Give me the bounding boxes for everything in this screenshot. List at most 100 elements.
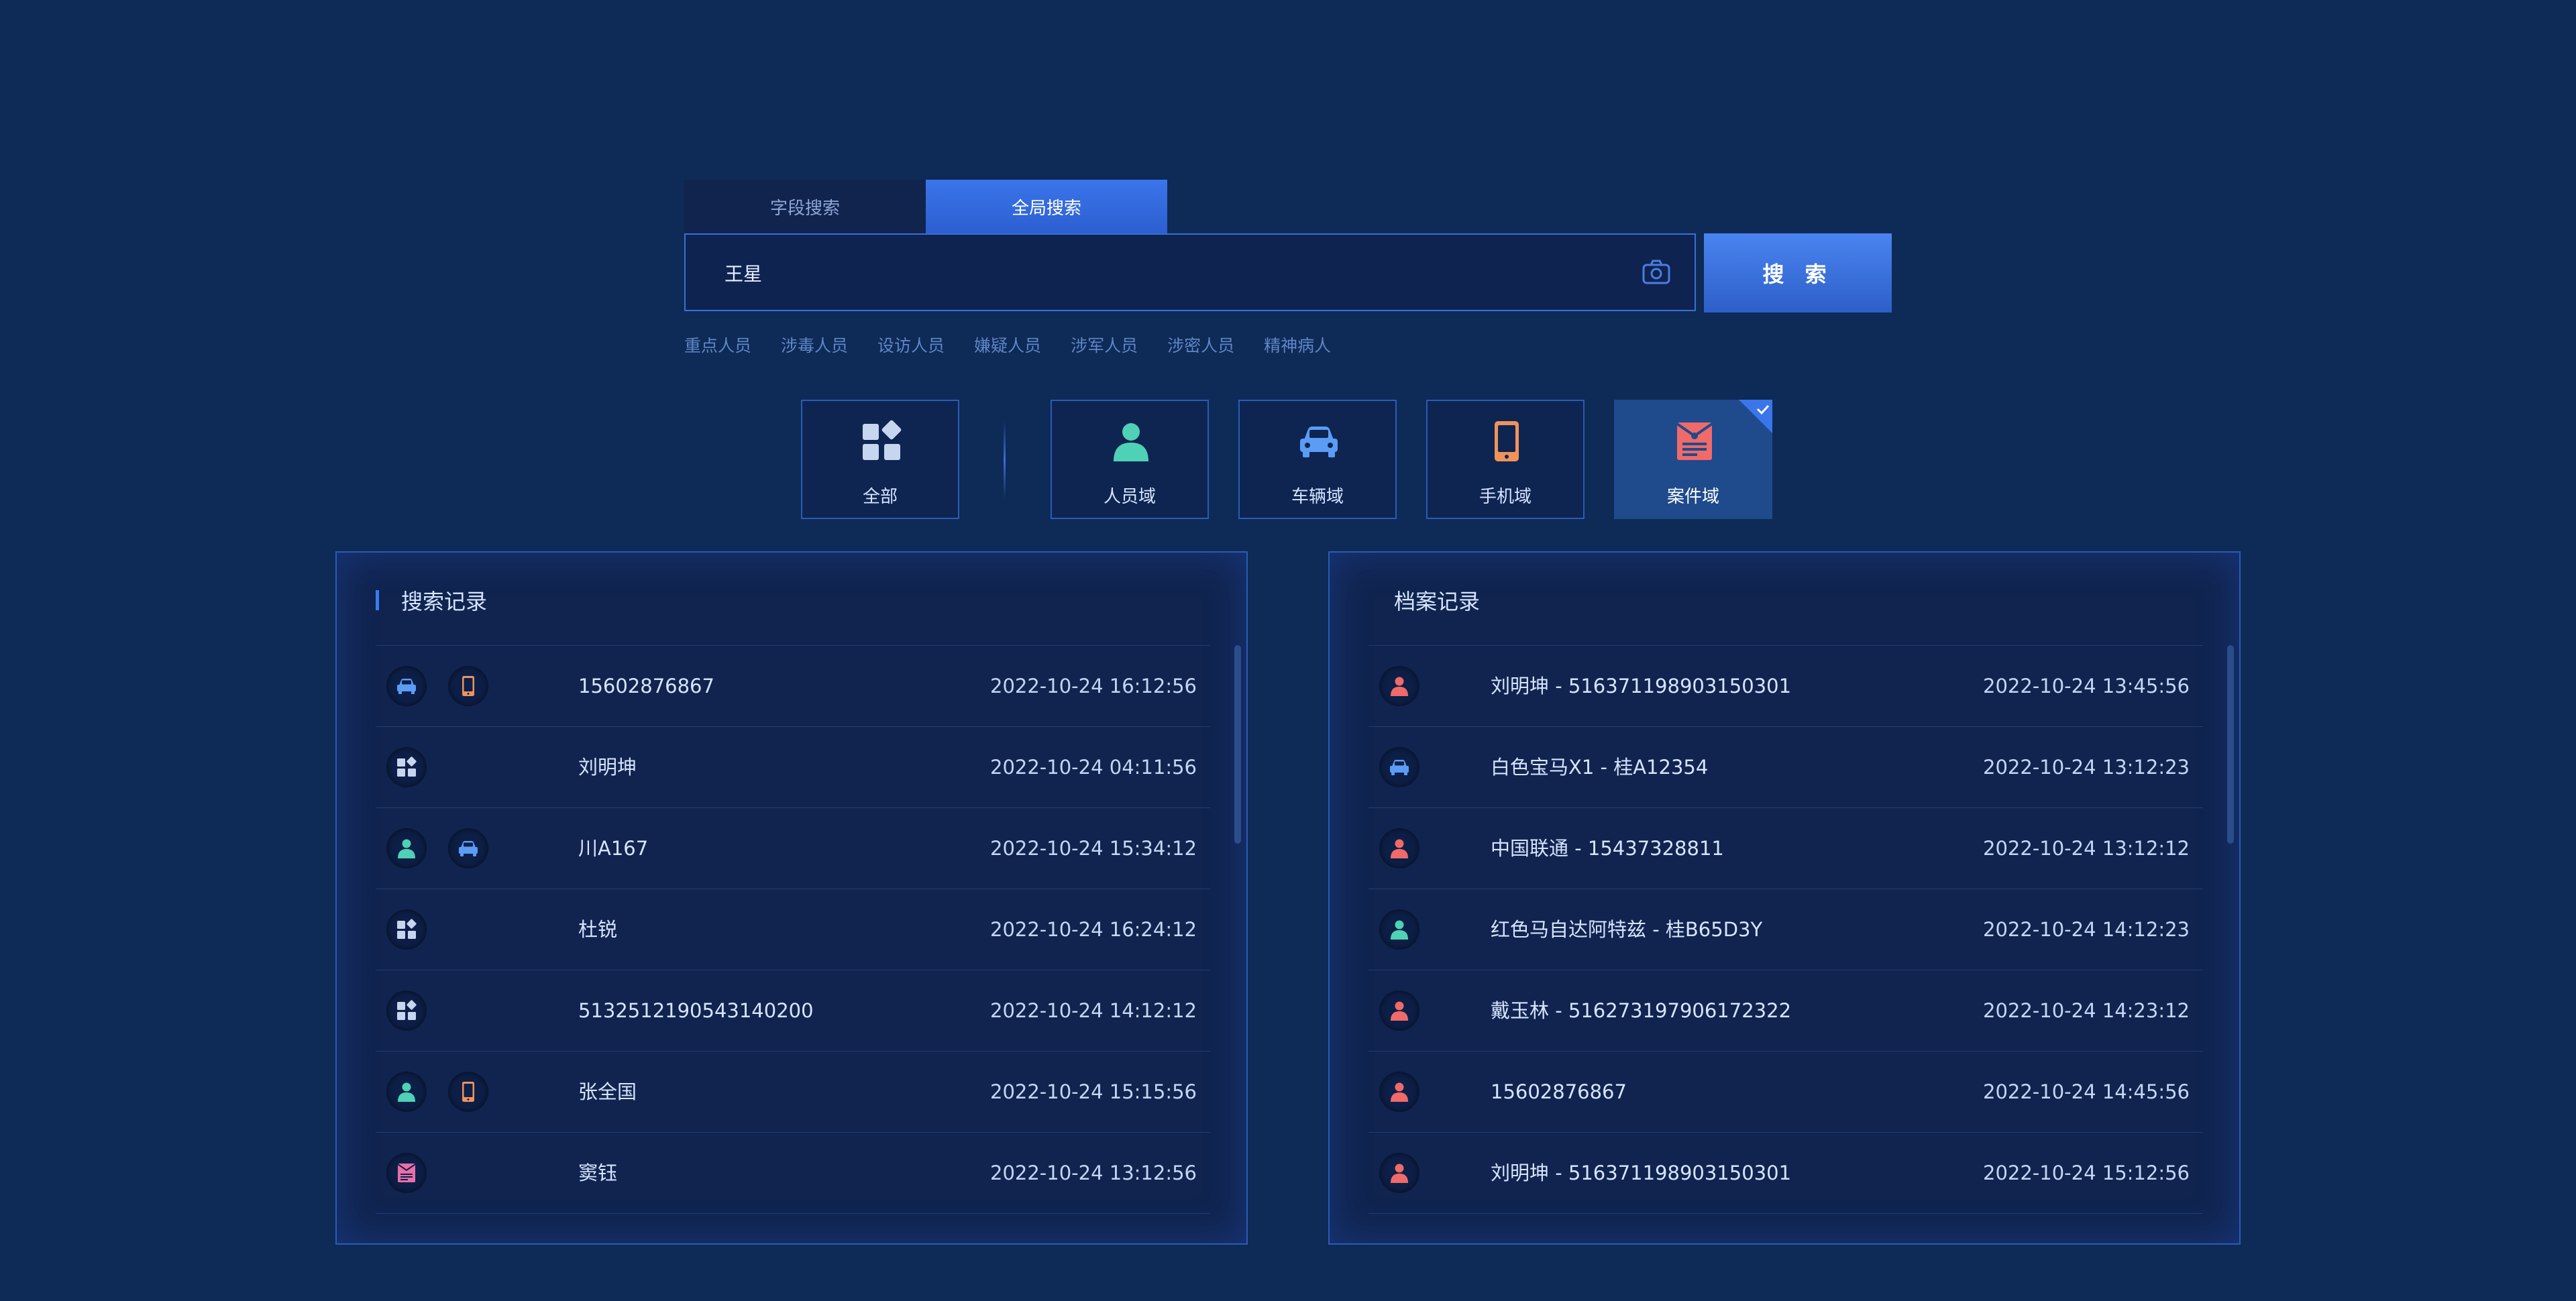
history-row[interactable]: 川A167 2022-10-24 15:34:12	[376, 807, 1210, 889]
record-name: 戴玉林 - 516273197906172322	[1491, 999, 1792, 1022]
search-input[interactable]	[723, 235, 1611, 311]
record-time: 2022-10-24 14:12:12	[990, 999, 1197, 1022]
phone-icon	[1495, 421, 1519, 461]
domain-label: 车辆域	[1291, 487, 1344, 507]
quick-tag[interactable]: 涉毒人员	[781, 333, 848, 357]
search-history-list: 15602876867 2022-10-24 16:12:56 刘明坤 2022…	[376, 645, 1210, 1214]
record-time: 2022-10-24 13:12:12	[1983, 837, 2190, 860]
person-icon	[1379, 991, 1419, 1031]
quick-tag[interactable]: 嫌疑人员	[974, 333, 1041, 357]
record-name: 川A167	[578, 837, 649, 860]
domain-card-person[interactable]: 人员域	[1051, 400, 1209, 519]
panel-title: 搜索记录	[401, 589, 488, 614]
domain-label: 人员域	[1103, 487, 1156, 507]
car-icon	[1379, 747, 1419, 787]
person-icon	[1379, 666, 1419, 706]
search-history-panel: 搜索记录 15602876867 2022-10-24 16:12:56 刘明坤…	[335, 551, 1248, 1245]
grid-icon	[386, 909, 427, 950]
domain-label: 案件域	[1666, 487, 1719, 507]
record-time: 2022-10-24 15:34:12	[990, 837, 1197, 860]
domain-card-car[interactable]: 车辆域	[1238, 400, 1397, 519]
person-icon	[386, 1072, 427, 1112]
tab-field-search[interactable]: 字段搜索	[684, 180, 926, 233]
record-time: 2022-10-24 13:12:23	[1983, 756, 2190, 779]
history-row[interactable]: 15602876867 2022-10-24 16:12:56	[376, 645, 1210, 726]
grid-icon	[386, 991, 427, 1031]
archive-row[interactable]: 白色宝马X1 - 桂A12354 2022-10-24 13:12:23	[1368, 726, 2203, 807]
history-row[interactable]: 5132512190543140200 2022-10-24 14:12:12	[376, 970, 1210, 1051]
person-icon	[386, 828, 427, 868]
quick-tag[interactable]: 涉密人员	[1167, 333, 1234, 357]
record-name: 杜锐	[578, 918, 618, 941]
record-time: 2022-10-24 16:12:56	[990, 675, 1197, 697]
record-name: 刘明坤 - 516371198903150301	[1491, 675, 1792, 697]
person-icon	[1114, 423, 1148, 461]
search-box	[684, 233, 1696, 311]
domain-card-all[interactable]: 全部	[801, 400, 959, 519]
archive-row[interactable]: 刘明坤 - 516371198903150301 2022-10-24 13:4…	[1368, 645, 2203, 726]
record-name: 中国联通 - 15437328811	[1491, 837, 1724, 860]
quick-tag[interactable]: 涉军人员	[1071, 333, 1138, 357]
record-name: 5132512190543140200	[578, 999, 814, 1022]
car-icon	[1300, 427, 1338, 457]
record-name: 15602876867	[578, 675, 714, 697]
history-row[interactable]: 张全国 2022-10-24 15:15:56	[376, 1051, 1210, 1132]
record-name: 白色宝马X1 - 桂A12354	[1491, 756, 1709, 779]
person-icon	[1379, 828, 1419, 868]
record-time: 2022-10-24 13:45:56	[1983, 675, 2190, 697]
scrollbar[interactable]	[1234, 645, 1241, 844]
search-button[interactable]: 搜 索	[1704, 233, 1892, 313]
record-name: 15602876867	[1491, 1080, 1627, 1103]
record-name: 窦钰	[578, 1162, 618, 1184]
domain-label: 全部	[862, 487, 898, 507]
grid-icon	[386, 747, 427, 787]
domain-card-case[interactable]: 案件域	[1614, 400, 1772, 519]
archive-row[interactable]: 刘明坤 - 516371198903150301 2022-10-24 15:1…	[1368, 1132, 2203, 1214]
record-time: 2022-10-24 14:12:23	[1983, 918, 2190, 941]
car-icon	[448, 828, 488, 868]
domain-label: 手机域	[1479, 487, 1532, 507]
record-time: 2022-10-24 16:24:12	[990, 918, 1197, 941]
search-mode-tabs: 字段搜索 全局搜索	[684, 180, 1167, 233]
record-time: 2022-10-24 04:11:56	[990, 756, 1197, 779]
person-icon	[1379, 909, 1419, 950]
tab-global-search[interactable]: 全局搜索	[926, 180, 1167, 233]
record-time: 2022-10-24 15:15:56	[990, 1080, 1197, 1103]
quick-tag[interactable]: 重点人员	[684, 333, 751, 357]
archive-records-list: 刘明坤 - 516371198903150301 2022-10-24 13:4…	[1368, 645, 2203, 1214]
record-time: 2022-10-24 14:45:56	[1983, 1080, 2190, 1103]
history-row[interactable]: 窦钰 2022-10-24 13:12:56	[376, 1132, 1210, 1214]
phone-icon	[448, 666, 488, 706]
record-name: 刘明坤 - 516371198903150301	[1491, 1162, 1792, 1184]
archive-row[interactable]: 红色马自达阿特兹 - 桂B65D3Y 2022-10-24 14:12:23	[1368, 889, 2203, 970]
history-row[interactable]: 刘明坤 2022-10-24 04:11:56	[376, 726, 1210, 807]
person-icon	[1379, 1153, 1419, 1193]
grid-icon	[863, 420, 902, 460]
record-time: 2022-10-24 14:23:12	[1983, 999, 2190, 1022]
history-row[interactable]: 杜锐 2022-10-24 16:24:12	[376, 889, 1210, 970]
case-icon	[1676, 422, 1713, 460]
panel-title: 档案记录	[1394, 589, 1481, 614]
title-accent-bar	[376, 590, 379, 610]
quick-tags: 重点人员 涉毒人员 设访人员 嫌疑人员 涉军人员 涉密人员 精神病人	[684, 333, 1331, 357]
quick-tag[interactable]: 精神病人	[1264, 333, 1331, 357]
archive-row[interactable]: 中国联通 - 15437328811 2022-10-24 13:12:12	[1368, 807, 2203, 889]
record-name: 刘明坤	[578, 756, 637, 779]
divider	[1004, 421, 1006, 499]
record-name: 张全国	[578, 1080, 637, 1103]
check-icon	[1739, 400, 1772, 433]
person-icon	[1379, 1072, 1419, 1112]
archive-row[interactable]: 戴玉林 - 516273197906172322 2022-10-24 14:2…	[1368, 970, 2203, 1051]
car-icon	[386, 666, 427, 706]
domain-card-phone[interactable]: 手机域	[1426, 400, 1585, 519]
quick-tag[interactable]: 设访人员	[877, 333, 945, 357]
camera-icon[interactable]	[1642, 260, 1670, 285]
archive-row[interactable]: 15602876867 2022-10-24 14:45:56	[1368, 1051, 2203, 1132]
record-time: 2022-10-24 13:12:56	[990, 1162, 1197, 1184]
phone-icon	[448, 1072, 488, 1112]
archive-records-panel: 档案记录 刘明坤 - 516371198903150301 2022-10-24…	[1328, 551, 2241, 1245]
scrollbar[interactable]	[2227, 645, 2234, 844]
record-name: 红色马自达阿特兹 - 桂B65D3Y	[1491, 918, 1763, 941]
case-icon	[386, 1153, 427, 1193]
record-time: 2022-10-24 15:12:56	[1983, 1162, 2190, 1184]
